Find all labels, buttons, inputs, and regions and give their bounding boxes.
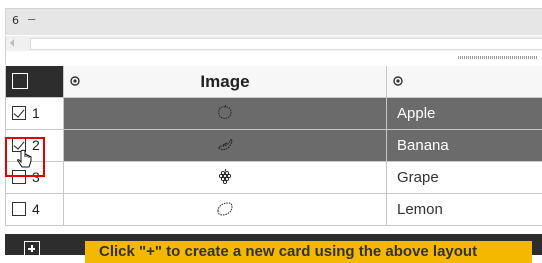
check-icon bbox=[13, 106, 25, 118]
lemon-sketch-icon bbox=[217, 202, 233, 216]
row-select-cell: 1 bbox=[5, 98, 64, 129]
table-row[interactable]: 4 Lemon bbox=[5, 194, 542, 226]
scroll-thumb[interactable] bbox=[30, 38, 542, 50]
name-cell[interactable]: Grape bbox=[387, 162, 542, 193]
fruit-name: Banana bbox=[397, 137, 449, 154]
image-cell[interactable] bbox=[64, 98, 387, 129]
hand-cursor-icon bbox=[17, 149, 32, 168]
bottom-bar: Click "+" to create a new card using the… bbox=[5, 234, 542, 263]
resize-strip bbox=[5, 51, 542, 65]
grape-sketch-icon bbox=[218, 168, 232, 185]
image-cell[interactable] bbox=[64, 162, 387, 193]
eye-icon[interactable] bbox=[393, 76, 403, 86]
select-all-cell bbox=[5, 66, 64, 97]
select-all-checkbox[interactable] bbox=[12, 73, 28, 89]
table-row[interactable]: 2 Banana bbox=[5, 130, 542, 162]
table-header: Image bbox=[5, 66, 542, 98]
table-row[interactable]: 1 Apple bbox=[5, 98, 542, 130]
name-column-header[interactable] bbox=[387, 66, 542, 97]
resize-grip[interactable] bbox=[458, 56, 538, 59]
fruit-name: Lemon bbox=[397, 201, 443, 218]
plus-vertical bbox=[31, 245, 33, 252]
apple-sketch-icon bbox=[218, 104, 232, 119]
row-number: 1 bbox=[32, 105, 40, 121]
row-checkbox[interactable] bbox=[12, 202, 26, 216]
row-select-cell: 4 bbox=[5, 194, 64, 225]
top-bar: 6 – bbox=[5, 8, 542, 35]
spreadsheet-window: 6 – Image 1 Apple 2 Banana 3 Grape 4 Lem… bbox=[0, 0, 542, 263]
name-cell[interactable]: Lemon bbox=[387, 194, 542, 225]
image-cell[interactable] bbox=[64, 194, 387, 225]
image-column-header[interactable]: Image bbox=[64, 66, 387, 97]
table-row[interactable]: 3 Grape bbox=[5, 162, 542, 194]
horizontal-scrollbar[interactable] bbox=[5, 36, 542, 51]
row-number: 4 bbox=[32, 201, 40, 217]
name-cell[interactable]: Apple bbox=[387, 98, 542, 129]
scroll-left-arrow-icon[interactable] bbox=[10, 39, 14, 47]
image-column-title: Image bbox=[200, 72, 250, 91]
fruit-name: Grape bbox=[397, 169, 439, 186]
banana-sketch-icon bbox=[218, 137, 233, 151]
collapse-dash[interactable]: – bbox=[28, 11, 35, 26]
counter-label: 6 bbox=[12, 14, 19, 27]
fruit-name: Apple bbox=[397, 105, 436, 122]
hint-text: Click "+" to create a new card using the… bbox=[99, 243, 478, 260]
row-checkbox[interactable] bbox=[12, 106, 26, 120]
hint-tooltip: Click "+" to create a new card using the… bbox=[85, 241, 532, 263]
image-cell[interactable] bbox=[64, 130, 387, 161]
name-cell[interactable]: Banana bbox=[387, 130, 542, 161]
